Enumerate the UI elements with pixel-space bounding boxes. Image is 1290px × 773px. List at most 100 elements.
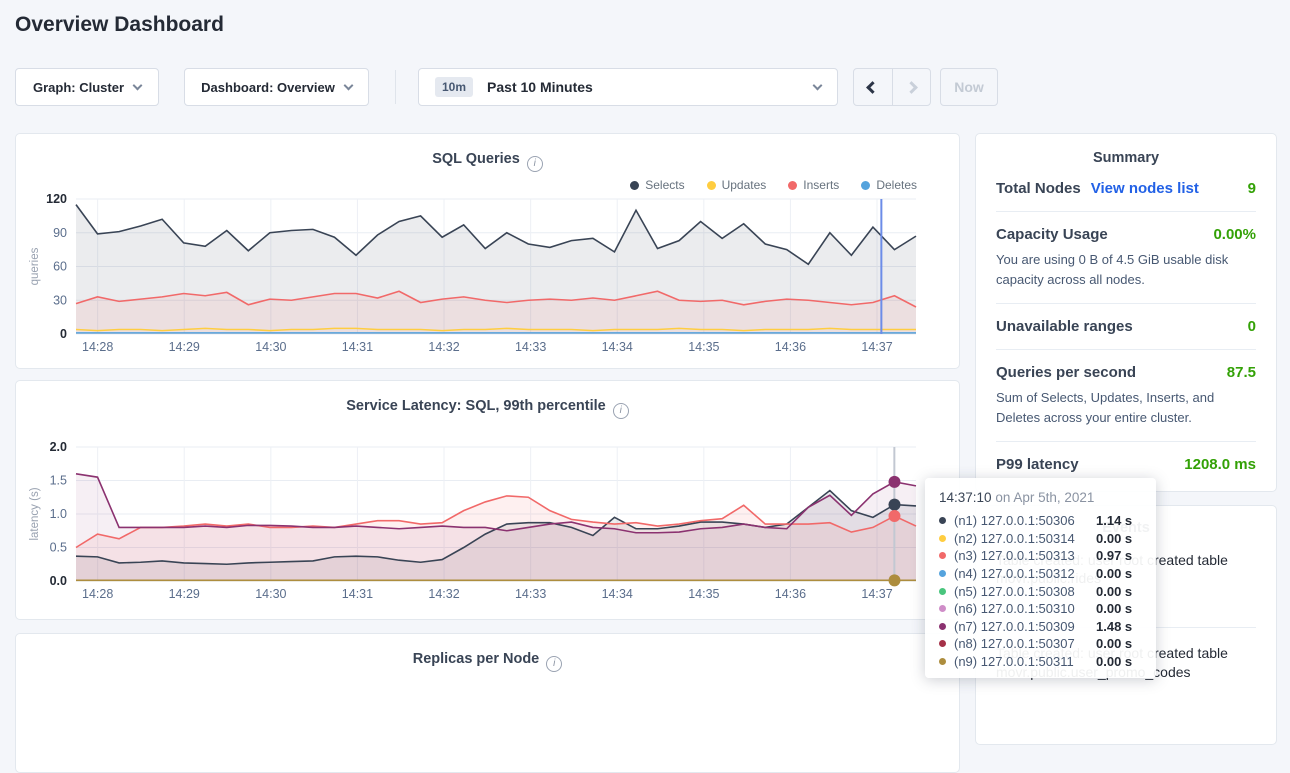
svg-text:14:32: 14:32	[428, 340, 459, 354]
time-range-badge: 10m	[435, 77, 473, 97]
capacity-usage-desc: You are using 0 B of 4.5 GiB usable disk…	[996, 250, 1256, 289]
tooltip-node-row: (n6) 127.0.0.1:503100.00 s	[939, 600, 1142, 618]
summary-row-qps: Queries per second 87.5 Sum of Selects, …	[996, 350, 1256, 442]
svg-text:1.0: 1.0	[50, 507, 67, 521]
tooltip-node-rows: (n1) 127.0.0.1:503061.14 s(n2) 127.0.0.1…	[939, 512, 1142, 670]
tooltip-node-row: (n4) 127.0.0.1:503120.00 s	[939, 565, 1142, 583]
graph-dropdown-label: Graph: Cluster	[33, 80, 124, 95]
svg-text:queries: queries	[29, 247, 41, 285]
service-latency-card: Service Latency: SQL, 99th percentilei 0…	[15, 380, 960, 620]
sql-queries-card: SQL Queriesi SelectsUpdatesInsertsDelete…	[15, 133, 960, 369]
svg-text:2.0: 2.0	[50, 440, 67, 454]
node-color-dot-icon	[939, 552, 946, 559]
node-latency-value: 0.00 s	[1096, 566, 1132, 581]
p99-latency-value: 1208.0 ms	[1184, 456, 1256, 473]
summary-row-total-nodes: Total Nodes View nodes list 9	[996, 166, 1256, 212]
svg-text:14:36: 14:36	[775, 340, 806, 354]
tooltip-timestamp: 14:37:10 on Apr 5th, 2021	[939, 490, 1142, 505]
tooltip-node-row: (n8) 127.0.0.1:503070.00 s	[939, 635, 1142, 653]
time-step-buttons	[853, 68, 931, 106]
next-range-button[interactable]	[892, 69, 931, 105]
node-address: (n4) 127.0.0.1:50312	[954, 566, 1096, 581]
page-title: Overview Dashboard	[15, 13, 224, 37]
svg-text:14:32: 14:32	[428, 587, 459, 601]
now-button[interactable]: Now	[940, 68, 998, 106]
node-color-dot-icon	[939, 517, 946, 524]
svg-text:14:28: 14:28	[82, 340, 113, 354]
summary-card: Summary Total Nodes View nodes list 9 Ca…	[975, 133, 1277, 492]
svg-text:14:37: 14:37	[861, 587, 892, 601]
svg-text:14:33: 14:33	[515, 340, 546, 354]
svg-text:90: 90	[53, 226, 67, 240]
node-address: (n2) 127.0.0.1:50314	[954, 531, 1096, 546]
svg-text:14:30: 14:30	[255, 340, 286, 354]
svg-text:14:35: 14:35	[688, 340, 719, 354]
node-latency-value: 0.00 s	[1096, 654, 1132, 669]
node-latency-value: 1.14 s	[1096, 513, 1132, 528]
replicas-card: Replicas per Nodei	[15, 633, 960, 773]
svg-text:14:34: 14:34	[602, 587, 633, 601]
svg-text:14:31: 14:31	[342, 587, 373, 601]
node-color-dot-icon	[939, 640, 946, 647]
time-range-label: Past 10 Minutes	[487, 79, 593, 95]
node-latency-value: 0.00 s	[1096, 584, 1132, 599]
chart-hover-tooltip: 14:37:10 on Apr 5th, 2021 (n1) 127.0.0.1…	[925, 478, 1156, 678]
tooltip-node-row: (n3) 127.0.0.1:503130.97 s	[939, 547, 1142, 565]
svg-text:0.0: 0.0	[50, 574, 67, 588]
unavailable-ranges-value: 0	[1248, 318, 1256, 335]
service-latency-chart[interactable]: 0.0 0.5 1.0 1.5 2.0 14:28 14:29 14:30 14:31 14:32…	[16, 381, 959, 619]
sql-queries-chart[interactable]: 030609012014:2814:2914:3014:3114:3214:33…	[16, 134, 959, 368]
chevron-down-icon	[813, 80, 823, 90]
node-address: (n6) 127.0.0.1:50310	[954, 601, 1096, 616]
node-latency-value: 1.48 s	[1096, 619, 1132, 634]
node-address: (n9) 127.0.0.1:50311	[954, 654, 1096, 669]
svg-text:14:29: 14:29	[169, 587, 200, 601]
time-range-dropdown[interactable]: 10m Past 10 Minutes	[418, 68, 838, 106]
view-nodes-list-link[interactable]: View nodes list	[1091, 180, 1199, 197]
capacity-usage-value: 0.00%	[1213, 226, 1256, 243]
dashboard-dropdown[interactable]: Dashboard: Overview	[184, 68, 369, 106]
tooltip-node-row: (n7) 127.0.0.1:503091.48 s	[939, 618, 1142, 636]
chevron-left-icon	[866, 81, 879, 94]
node-color-dot-icon	[939, 658, 946, 665]
controls-divider	[395, 70, 396, 104]
node-color-dot-icon	[939, 623, 946, 630]
svg-text:14:31: 14:31	[342, 340, 373, 354]
node-latency-value: 0.00 s	[1096, 636, 1132, 651]
svg-text:30: 30	[53, 293, 67, 307]
prev-range-button[interactable]	[854, 69, 892, 105]
chevron-right-icon	[905, 81, 918, 94]
tooltip-node-row: (n9) 127.0.0.1:503110.00 s	[939, 653, 1142, 671]
summary-body: Total Nodes View nodes list 9 Capacity U…	[976, 166, 1276, 487]
dashboard-controls: Graph: Cluster Dashboard: Overview 10m P…	[0, 68, 1290, 106]
svg-text:0: 0	[60, 327, 67, 341]
tooltip-node-row: (n2) 127.0.0.1:503140.00 s	[939, 530, 1142, 548]
node-address: (n1) 127.0.0.1:50306	[954, 513, 1096, 528]
svg-text:0.5: 0.5	[50, 541, 67, 555]
qps-desc: Sum of Selects, Updates, Inserts, and De…	[996, 388, 1256, 427]
svg-text:14:30: 14:30	[255, 587, 286, 601]
svg-text:latency (s): latency (s)	[29, 487, 41, 540]
node-color-dot-icon	[939, 605, 946, 612]
summary-row-capacity: Capacity Usage 0.00% You are using 0 B o…	[996, 212, 1256, 304]
node-address: (n5) 127.0.0.1:50308	[954, 584, 1096, 599]
tooltip-node-row: (n1) 127.0.0.1:503061.14 s	[939, 512, 1142, 530]
node-latency-value: 0.00 s	[1096, 531, 1132, 546]
svg-text:14:35: 14:35	[688, 587, 719, 601]
node-latency-value: 0.00 s	[1096, 601, 1132, 616]
total-nodes-value: 9	[1248, 180, 1256, 197]
chevron-down-icon	[343, 80, 353, 90]
node-address: (n8) 127.0.0.1:50307	[954, 636, 1096, 651]
svg-text:14:34: 14:34	[602, 340, 633, 354]
chevron-down-icon	[133, 80, 143, 90]
graph-dropdown[interactable]: Graph: Cluster	[15, 68, 159, 106]
svg-text:14:28: 14:28	[82, 587, 113, 601]
node-address: (n3) 127.0.0.1:50313	[954, 548, 1096, 563]
summary-title: Summary	[976, 150, 1276, 166]
info-icon[interactable]: i	[546, 656, 562, 672]
node-address: (n7) 127.0.0.1:50309	[954, 619, 1096, 634]
summary-row-unavailable: Unavailable ranges 0	[996, 304, 1256, 350]
node-color-dot-icon	[939, 588, 946, 595]
svg-text:1.5: 1.5	[50, 474, 67, 488]
node-latency-value: 0.97 s	[1096, 548, 1132, 563]
